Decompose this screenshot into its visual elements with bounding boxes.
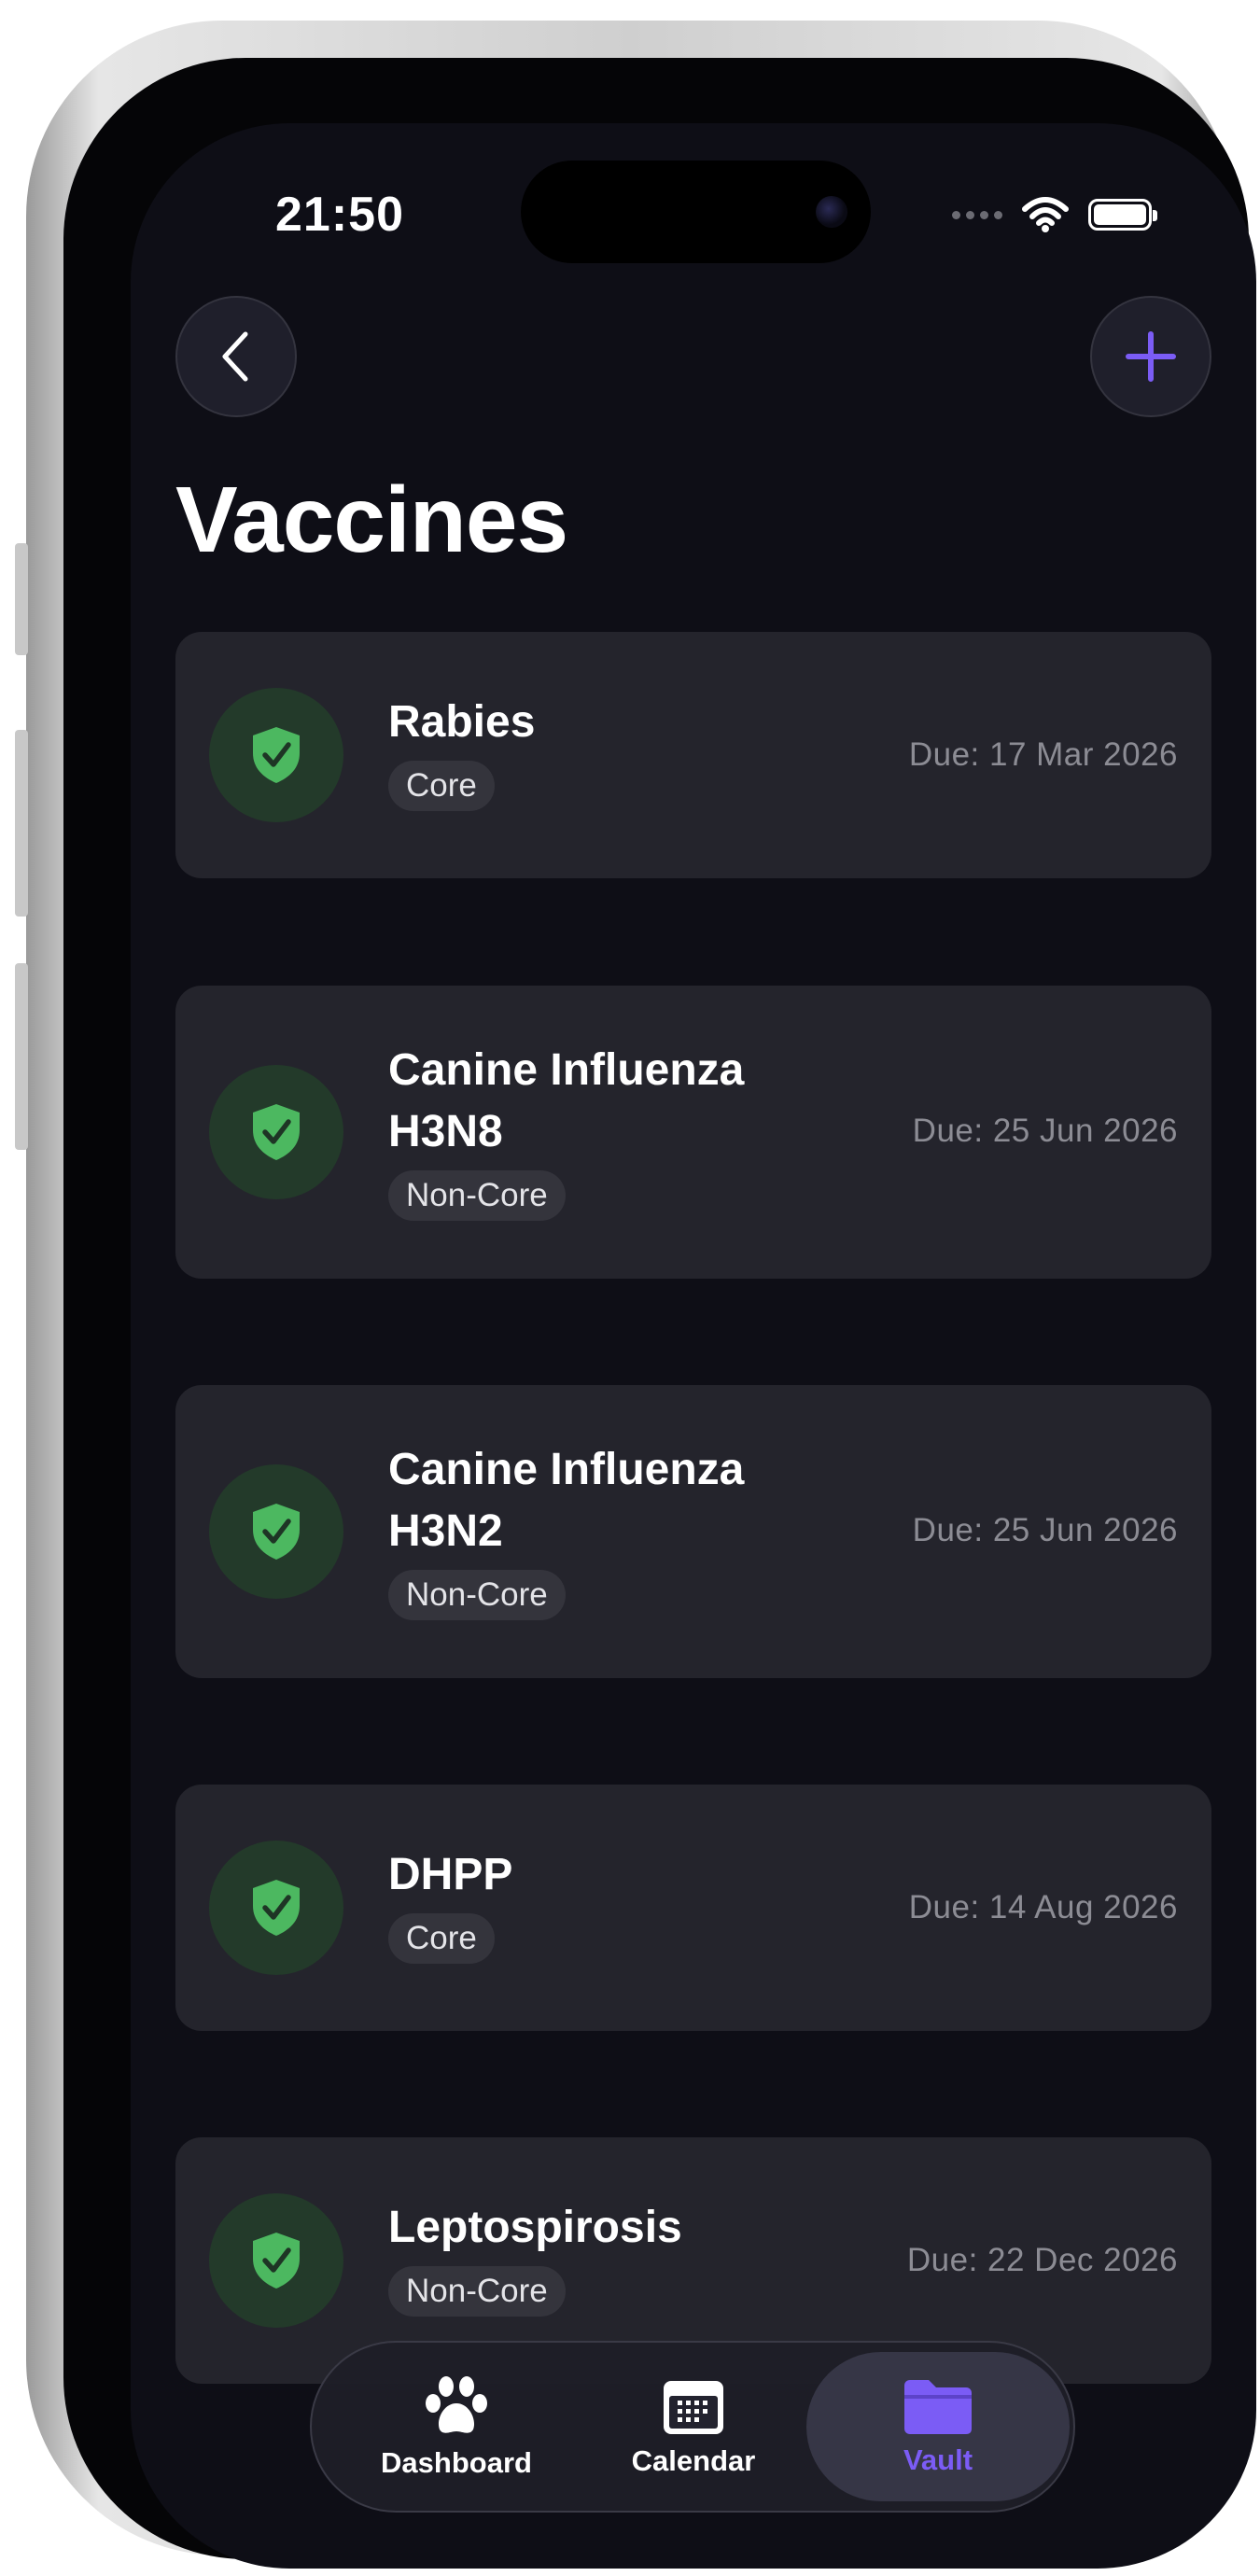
device-frame: 21:50 Vaccines Rabies Core Due: 17 Mar 2…	[15, 21, 1256, 2569]
shield-check-icon	[209, 688, 343, 822]
paw-icon	[426, 2376, 487, 2433]
volume-down-button	[15, 963, 28, 1150]
vaccine-type-badge: Non-Core	[388, 2266, 566, 2317]
status-time: 21:50	[275, 188, 404, 242]
status-icons	[952, 196, 1157, 233]
due-date: Due: 17 Mar 2026	[908, 736, 1178, 773]
vaccine-name: DHPP	[388, 1850, 513, 1899]
shield-check-icon	[209, 2193, 343, 2328]
vaccine-card-dhpp[interactable]: DHPP Core Due: 14 Aug 2026	[175, 1785, 1211, 2031]
vaccine-type-badge: Core	[388, 761, 495, 811]
tab-dashboard[interactable]: Dashboard	[340, 2343, 573, 2511]
vaccine-type-badge: Non-Core	[388, 1570, 566, 1620]
back-button[interactable]	[175, 296, 297, 417]
folder-icon	[904, 2380, 972, 2434]
chevron-left-icon	[222, 331, 248, 382]
due-date: Due: 25 Jun 2026	[912, 1512, 1178, 1548]
tab-label: Vault	[903, 2443, 973, 2476]
bezel: 21:50 Vaccines Rabies Core Due: 17 Mar 2…	[63, 58, 1256, 2569]
calendar-icon	[664, 2381, 723, 2434]
due-date: Due: 25 Jun 2026	[912, 1113, 1178, 1149]
tab-bar: Dashboard Calendar Vault	[310, 2341, 1075, 2513]
shield-check-icon	[209, 1065, 343, 1199]
camera-icon	[816, 196, 847, 228]
plus-icon	[1126, 331, 1176, 382]
add-vaccine-button[interactable]	[1090, 296, 1211, 417]
vaccine-name: Rabies	[388, 697, 536, 747]
vaccine-card-h3n8[interactable]: Canine Influenza H3N8 Non-Core Due: 25 J…	[175, 986, 1211, 1279]
vaccine-card-h3n2[interactable]: Canine Influenza H3N2 Non-Core Due: 25 J…	[175, 1385, 1211, 1678]
battery-icon	[1088, 199, 1157, 231]
vaccine-name: Canine Influenza H3N8	[388, 1045, 745, 1156]
tab-calendar[interactable]: Calendar	[577, 2343, 810, 2511]
due-date: Due: 14 Aug 2026	[908, 1889, 1178, 1925]
volume-up-button	[15, 730, 28, 917]
screen: 21:50 Vaccines Rabies Core Due: 17 Mar 2…	[131, 123, 1256, 2569]
cellular-signal-icon	[952, 210, 1002, 219]
tab-label: Dashboard	[381, 2446, 532, 2479]
page-title: Vaccines	[175, 468, 568, 572]
shield-check-icon	[209, 1464, 343, 1599]
dynamic-island	[521, 161, 871, 263]
wifi-icon	[1022, 197, 1069, 232]
due-date: Due: 22 Dec 2026	[906, 2242, 1178, 2278]
vaccine-name: Leptospirosis	[388, 2203, 682, 2252]
vaccine-name: Canine Influenza H3N2	[388, 1445, 745, 1556]
tab-vault[interactable]: Vault	[806, 2352, 1070, 2501]
vaccine-type-badge: Non-Core	[388, 1170, 566, 1221]
shield-check-icon	[209, 1841, 343, 1975]
action-button	[15, 543, 28, 655]
tab-label: Calendar	[631, 2444, 756, 2477]
vaccine-card-rabies[interactable]: Rabies Core Due: 17 Mar 2026	[175, 632, 1211, 878]
vaccine-type-badge: Core	[388, 1913, 495, 1964]
